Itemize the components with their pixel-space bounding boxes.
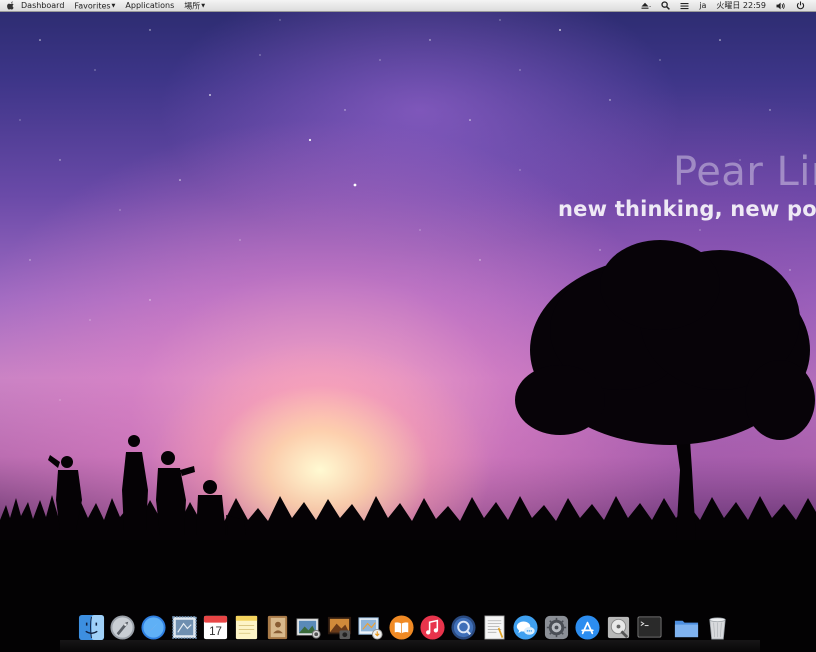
eject-icon[interactable] [636,0,656,12]
input-method-label: ja [699,0,707,10]
clock-label: 火曜日 22:59 [716,0,766,10]
folder-stack-icon[interactable] [671,612,702,643]
mail-stamp-icon[interactable] [169,612,200,643]
menu-dashboard-label: Dashboard [21,0,65,10]
terminal-icon[interactable] [634,612,665,643]
wallpaper-tagline: new thinking, new pos [558,197,816,221]
textedit-icon[interactable] [479,612,510,643]
launchpad-rocket-icon[interactable] [107,612,138,643]
itunes-music-icon[interactable] [417,612,448,643]
apple-logo-icon[interactable] [0,0,16,12]
wallpaper-title: Pear Lin [673,149,816,195]
input-method-indicator[interactable]: ja [694,0,711,12]
list-icon[interactable] [675,0,694,12]
menu-dashboard[interactable]: Dashboard [16,0,69,12]
image-capture-icon[interactable] [355,612,386,643]
menu-places-label: 場所 [184,1,201,10]
search-icon[interactable] [656,0,675,12]
power-icon[interactable] [791,0,810,12]
menu-applications-label: Applications [125,0,175,10]
chevron-down-icon: ▼ [201,2,206,9]
menu-places[interactable]: 場所▼ [179,0,210,12]
volume-icon[interactable] [771,0,791,12]
wallpaper-silhouettes [0,240,816,540]
ibooks-icon[interactable] [386,612,417,643]
menu-favorites-label: Favorites [74,1,111,10]
menubar-clock[interactable]: 火曜日 22:59 [711,0,771,12]
calendar-date-label: 17 [209,626,222,638]
menu-applications[interactable]: Applications [120,0,179,12]
contacts-book-icon[interactable] [262,612,293,643]
quicktime-icon[interactable] [448,612,479,643]
messages-icon[interactable] [510,612,541,643]
safari-compass-icon[interactable] [138,612,169,643]
finder-icon[interactable] [76,612,107,643]
preview-photos-icon[interactable] [293,612,324,643]
trash-icon[interactable] [702,612,733,643]
system-preferences-icon[interactable] [541,612,572,643]
photo-booth-icon[interactable] [324,612,355,643]
calendar-icon[interactable]: 17 [200,612,231,643]
top-menu-bar: Dashboard Favorites▼ Applications 場所▼ ja… [0,0,816,12]
menu-favorites[interactable]: Favorites▼ [69,0,120,12]
chevron-down-icon: ▼ [111,2,116,9]
notes-icon[interactable] [231,612,262,643]
disk-utility-icon[interactable] [603,612,634,643]
dock: 17 [76,612,742,652]
app-store-icon[interactable] [572,612,603,643]
